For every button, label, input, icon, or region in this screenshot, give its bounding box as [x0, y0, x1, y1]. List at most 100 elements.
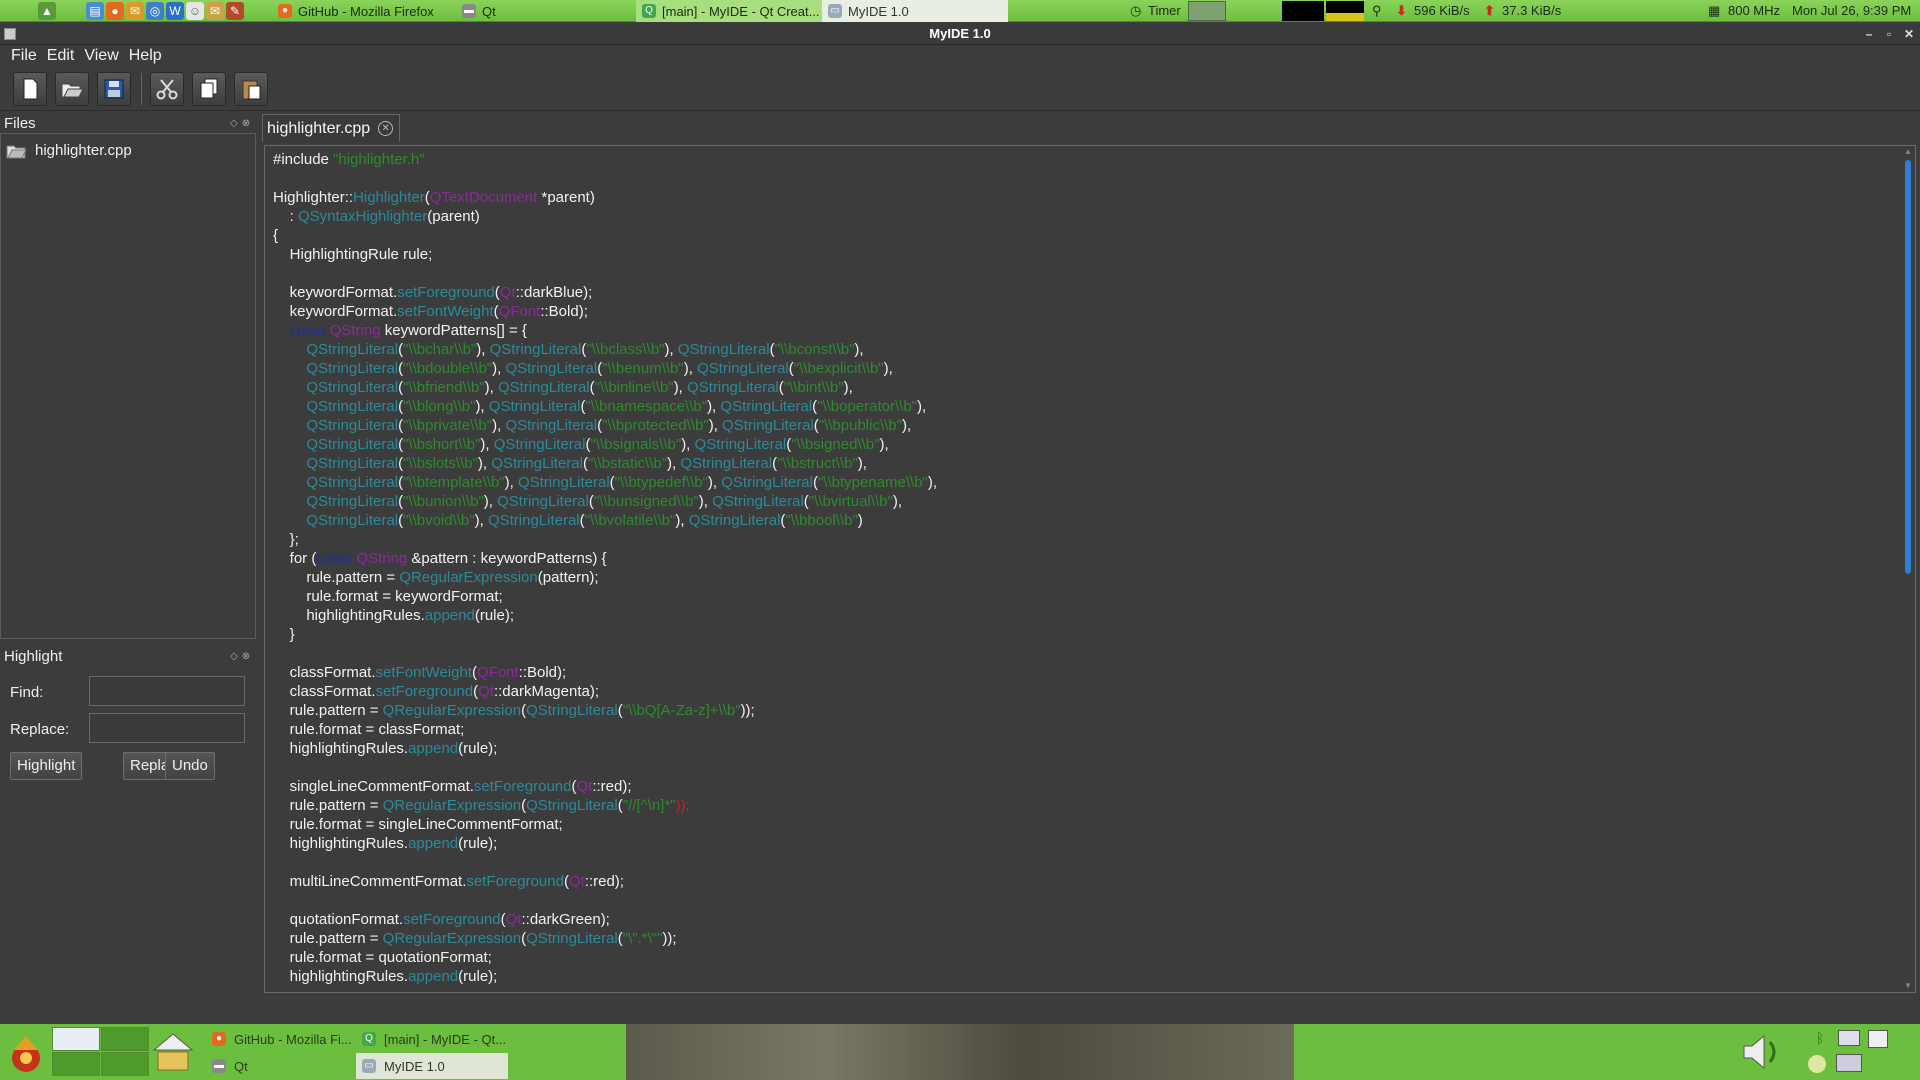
- code-line[interactable]: {: [273, 226, 937, 245]
- thunderbird-icon[interactable]: ✉: [126, 2, 144, 20]
- code-line[interactable]: QStringLiteral("\\bchar\\b"), QStringLit…: [273, 340, 937, 359]
- taskbar-item-myide[interactable]: ▭ MyIDE 1.0: [822, 0, 1008, 22]
- code-line[interactable]: rule.pattern = QRegularExpression(QStrin…: [273, 796, 937, 815]
- scrollbar-thumb[interactable]: [1905, 160, 1911, 574]
- code-line[interactable]: rule.format = quotationFormat;: [273, 948, 937, 967]
- find-input[interactable]: [89, 676, 245, 706]
- code-line[interactable]: QStringLiteral("\\btemplate\\b"), QStrin…: [273, 473, 937, 492]
- undo-button[interactable]: Undo: [165, 752, 215, 780]
- bottom-task-firefox[interactable]: ● GitHub - Mozilla Fi...: [206, 1026, 356, 1052]
- code-line[interactable]: singleLineCommentFormat.setForeground(Qt…: [273, 777, 937, 796]
- code-line[interactable]: : QSyntaxHighlighter(parent): [273, 207, 937, 226]
- chat-icon[interactable]: ☺: [186, 2, 204, 20]
- code-line[interactable]: rule.pattern = QRegularExpression(QStrin…: [273, 701, 937, 720]
- code-line[interactable]: rule.format = classFormat;: [273, 720, 937, 739]
- copy-button[interactable]: [192, 72, 226, 106]
- code-line[interactable]: #include "highlighter.h": [273, 150, 937, 169]
- code-line[interactable]: QStringLiteral("\\bfriend\\b"), QStringL…: [273, 378, 937, 397]
- tab-highlighter-cpp[interactable]: highlighter.cpp ✕: [262, 114, 401, 142]
- code-text[interactable]: #include "highlighter.h"Highlighter::Hig…: [273, 150, 937, 986]
- tool-icon[interactable]: ✎: [226, 2, 244, 20]
- taskbar-item-firefox[interactable]: ● GitHub - Mozilla Firefox: [272, 0, 452, 22]
- files-icon[interactable]: ▤: [86, 2, 104, 20]
- code-line[interactable]: HighlightingRule rule;: [273, 245, 937, 264]
- files-pane-float-close-icon[interactable]: ◇⊗: [230, 118, 254, 129]
- bottom-task-myide[interactable]: ▭ MyIDE 1.0: [356, 1053, 508, 1079]
- code-line[interactable]: const QString keywordPatterns[] = {: [273, 321, 937, 340]
- code-line[interactable]: keywordFormat.setFontWeight(QFont::Bold)…: [273, 302, 937, 321]
- taskbar-item-qt[interactable]: ▬ Qt: [456, 0, 626, 22]
- code-line[interactable]: rule.pattern = QRegularExpression(QStrin…: [273, 929, 937, 948]
- open-file-button[interactable]: [55, 72, 89, 106]
- code-line[interactable]: [273, 758, 937, 777]
- workspace-switcher[interactable]: [1188, 1, 1226, 21]
- browser-icon[interactable]: ◎: [146, 2, 164, 20]
- scroll-up-icon[interactable]: ▲: [1904, 148, 1912, 156]
- display-icon[interactable]: [1838, 1030, 1860, 1046]
- vertical-scrollbar[interactable]: ▲ ▼: [1903, 148, 1913, 990]
- writer-icon[interactable]: W: [166, 2, 184, 20]
- desktop-3[interactable]: [52, 1052, 100, 1076]
- maximize-icon[interactable]: ▫: [1880, 23, 1898, 45]
- highlight-pane-float-close-icon[interactable]: ◇⊗: [230, 651, 254, 662]
- code-line[interactable]: multiLineCommentFormat.setForeground(Qt:…: [273, 872, 937, 891]
- tab-close-icon[interactable]: ✕: [378, 121, 394, 136]
- start-menu-icon[interactable]: [6, 1028, 46, 1076]
- volume-icon[interactable]: [1740, 1032, 1786, 1072]
- status-icon[interactable]: [1808, 1055, 1826, 1073]
- menu-icon[interactable]: ▲: [38, 2, 56, 20]
- code-line[interactable]: QStringLiteral("\\bvoid\\b"), QStringLit…: [273, 511, 937, 530]
- close-icon[interactable]: ✕: [1900, 23, 1918, 45]
- clipboard-icon[interactable]: [1868, 1030, 1888, 1048]
- code-line[interactable]: QStringLiteral("\\bslots\\b"), QStringLi…: [273, 454, 937, 473]
- code-line[interactable]: QStringLiteral("\\bprivate\\b"), QString…: [273, 416, 937, 435]
- firefox-launcher-icon[interactable]: ●: [106, 2, 124, 20]
- code-line[interactable]: highlightingRules.append(rule);: [273, 834, 937, 853]
- menu-help[interactable]: Help: [124, 45, 167, 67]
- bottom-task-qtcreator[interactable]: Q [main] - MyIDE - Qt...: [356, 1026, 508, 1052]
- code-line[interactable]: rule.format = keywordFormat;: [273, 587, 937, 606]
- code-line[interactable]: [273, 891, 937, 910]
- home-folder-icon[interactable]: [150, 1030, 196, 1074]
- scroll-down-icon[interactable]: ▼: [1904, 982, 1912, 990]
- menu-file[interactable]: File: [6, 45, 42, 67]
- code-line[interactable]: QStringLiteral("\\blong\\b"), QStringLit…: [273, 397, 937, 416]
- code-line[interactable]: highlightingRules.append(rule);: [273, 967, 937, 986]
- clock[interactable]: Mon Jul 26, 9:39 PM: [1792, 0, 1911, 22]
- save-button[interactable]: [97, 72, 131, 106]
- timer-icon[interactable]: ◷: [1130, 0, 1141, 22]
- file-item[interactable]: highlighter.cpp: [5, 140, 132, 160]
- new-file-button[interactable]: [13, 72, 47, 106]
- code-line[interactable]: classFormat.setForeground(Qt::darkMagent…: [273, 682, 937, 701]
- desktop-1[interactable]: [52, 1027, 100, 1051]
- code-editor[interactable]: #include "highlighter.h"Highlighter::Hig…: [264, 145, 1916, 993]
- code-line[interactable]: [273, 853, 937, 872]
- code-line[interactable]: [273, 644, 937, 663]
- code-line[interactable]: classFormat.setFontWeight(QFont::Bold);: [273, 663, 937, 682]
- menu-edit[interactable]: Edit: [42, 45, 80, 67]
- taskbar-item-qtcreator[interactable]: Q [main] - MyIDE - Qt Creat...: [636, 0, 822, 22]
- code-line[interactable]: Highlighter::Highlighter(QTextDocument *…: [273, 188, 937, 207]
- mail-icon[interactable]: ✉: [206, 2, 224, 20]
- code-line[interactable]: rule.pattern = QRegularExpression(patter…: [273, 568, 937, 587]
- code-line[interactable]: highlightingRules.append(rule);: [273, 739, 937, 758]
- paste-button[interactable]: [234, 72, 268, 106]
- code-line[interactable]: quotationFormat.setForeground(Qt::darkGr…: [273, 910, 937, 929]
- replace-input[interactable]: [89, 713, 245, 743]
- timer-label[interactable]: Timer: [1148, 0, 1181, 22]
- bluetooth-icon[interactable]: ᛒ: [1816, 1030, 1824, 1046]
- code-line[interactable]: QStringLiteral("\\bunion\\b"), QStringLi…: [273, 492, 937, 511]
- cut-button[interactable]: [150, 72, 184, 106]
- code-line[interactable]: rule.format = singleLineCommentFormat;: [273, 815, 937, 834]
- code-line[interactable]: [273, 264, 937, 283]
- menu-view[interactable]: View: [79, 45, 123, 67]
- code-line[interactable]: QStringLiteral("\\bdouble\\b"), QStringL…: [273, 359, 937, 378]
- code-line[interactable]: };: [273, 530, 937, 549]
- bottom-task-qt[interactable]: ▬ Qt: [206, 1053, 356, 1079]
- code-line[interactable]: QStringLiteral("\\bshort\\b"), QStringLi…: [273, 435, 937, 454]
- network-tray-icon[interactable]: [1836, 1054, 1862, 1072]
- code-line[interactable]: [273, 169, 937, 188]
- desktop-4[interactable]: [101, 1052, 149, 1076]
- desktop-2[interactable]: [101, 1027, 149, 1051]
- app-icon[interactable]: [4, 28, 16, 40]
